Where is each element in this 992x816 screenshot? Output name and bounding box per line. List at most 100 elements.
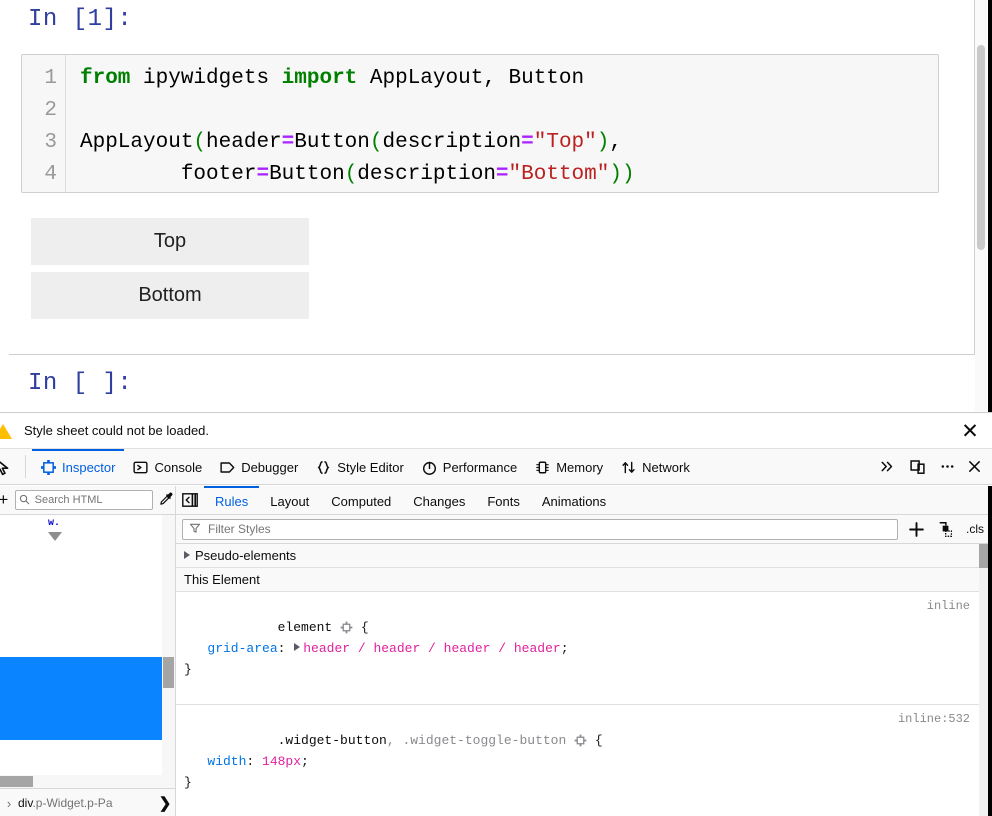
breadcrumb-scroll-left-icon[interactable]: › (0, 796, 18, 811)
code-paren: ) (609, 163, 622, 186)
search-html-field[interactable] (32, 493, 150, 507)
style-editor-icon (316, 460, 331, 475)
window-right-edge (988, 0, 992, 412)
devtools-tab-console[interactable]: Console (124, 449, 211, 484)
code-text: AppLayout, Button (357, 67, 585, 90)
css-rule-source[interactable]: inline (927, 596, 970, 617)
code-text: footer (180, 163, 257, 186)
devtools-tab-style-editor[interactable]: Style Editor (307, 449, 412, 484)
widget-button-bottom[interactable]: Bottom (31, 272, 309, 319)
code-keyword-from: from (80, 67, 131, 90)
breadcrumb: › div.p-Widget.p-Pa ❯ (0, 788, 175, 816)
css-rule-source[interactable]: inline:532 (898, 709, 970, 730)
code-paren: ( (344, 163, 358, 186)
memory-icon (535, 460, 550, 475)
chevron-right-icon (184, 551, 190, 559)
element-picker-icon[interactable] (0, 449, 22, 484)
css-selector-unmatched[interactable]: , .widget-toggle-button (387, 733, 566, 748)
css-property[interactable]: width (207, 754, 246, 769)
code-input-area[interactable]: 1234 from ipywidgets import AppLayout, B… (21, 54, 939, 193)
devtools-tab-performance[interactable]: Performance (413, 449, 526, 484)
devtools-tab-label: Console (154, 460, 203, 475)
devtools-body: + Search HTML w. › div.p-Widget.p-Pa ❯ R… (0, 486, 992, 816)
toggle-classes-button[interactable]: .cls (964, 522, 986, 536)
devtools-tab-label: Memory (556, 460, 604, 475)
rules-tab-animations[interactable]: Animations (531, 486, 617, 514)
breadcrumb-item-div[interactable]: div.p-Widget.p-Pa (18, 796, 155, 810)
code-text: Button (269, 163, 345, 186)
rules-tab-changes[interactable]: Changes (402, 486, 476, 514)
dom-tree-hscrollbar[interactable] (0, 775, 163, 788)
rules-tab-layout[interactable]: Layout (259, 486, 320, 514)
rules-tab-bar: Rules Layout Computed Changes Fonts Anim… (176, 486, 992, 515)
line-number-gutter: 1234 (22, 55, 66, 192)
rules-tab-fonts[interactable]: Fonts (476, 486, 531, 514)
widget-button-top[interactable]: Top (31, 218, 309, 265)
code-string: "Bottom" (508, 163, 610, 186)
devtools-toolbar: Inspector Console Debugger Style Editor … (0, 449, 992, 485)
devtools-tab-memory[interactable]: Memory (526, 449, 612, 484)
network-icon (621, 460, 636, 475)
dom-tree-hscroll-thumb[interactable] (0, 776, 33, 787)
add-node-button[interactable]: + (0, 490, 11, 510)
value-expand-twisty[interactable] (294, 643, 301, 651)
dom-expand-twisty[interactable] (48, 532, 62, 541)
dom-tree-vscroll-thumb[interactable] (163, 657, 174, 688)
cell-prompt-1: In [1]: (28, 6, 133, 33)
notification-close-icon[interactable]: ✕ (958, 419, 982, 443)
css-selector[interactable]: element (278, 620, 333, 635)
rule-toggle-icon[interactable] (574, 733, 587, 748)
css-value[interactable]: 148px (262, 754, 301, 769)
search-icon (19, 493, 30, 508)
css-selector[interactable]: .widget-button (278, 733, 387, 748)
filter-styles-input[interactable] (182, 518, 898, 540)
devtools-notification-bar: Style sheet could not be loaded. ✕ (0, 413, 992, 449)
notebook-cell-2[interactable]: In [ ]: (0, 365, 975, 412)
eyedropper-icon[interactable] (157, 491, 175, 509)
filter-styles-field[interactable] (206, 521, 891, 537)
add-new-rule-button[interactable] (904, 521, 928, 538)
debugger-icon (220, 460, 235, 475)
devtools-tab-label: Network (642, 460, 690, 475)
notebook-cell-1[interactable]: In [1]: 1234 from ipywidgets import AppL… (0, 0, 975, 355)
filter-styles-row: .cls (176, 515, 992, 544)
code-comma: , (609, 131, 622, 154)
devtools-tab-inspector[interactable]: Inspector (32, 449, 125, 484)
css-value[interactable]: header / header / header / header (303, 641, 560, 656)
devtools-panel: Style sheet could not be loaded. ✕ Inspe… (0, 412, 992, 816)
code-text: AppLayout (80, 131, 194, 154)
notebook-scroll-area: In [1]: 1234 from ipywidgets import AppL… (0, 0, 975, 412)
css-rules-list[interactable]: Pseudo-elements This Element inline eleme… (176, 544, 992, 816)
css-rule-widget-button[interactable]: inline:532 .widget-button, .widget-toggle… (176, 705, 992, 816)
rules-pane: Rules Layout Computed Changes Fonts Anim… (176, 486, 992, 816)
devtools-tab-debugger[interactable]: Debugger (211, 449, 307, 484)
devtools-tab-label: Inspector (62, 460, 116, 475)
css-property[interactable]: grid-area (207, 641, 277, 656)
chevron-double-right-icon[interactable] (872, 449, 902, 484)
print-styles-icon[interactable] (934, 521, 958, 538)
close-icon[interactable] (962, 449, 992, 484)
dom-tree[interactable]: w. (0, 515, 175, 788)
dom-tree-vscrollbar[interactable] (162, 515, 175, 788)
devtools-right-edge (988, 486, 992, 816)
code-paren: ) (596, 131, 610, 154)
notification-message: Style sheet could not be loaded. (24, 423, 210, 438)
code-editor[interactable]: from ipywidgets import AppLayout, Button… (66, 55, 938, 192)
dom-node-selected[interactable] (0, 657, 163, 740)
css-rule-element[interactable]: inline element { grid-area: header / head… (176, 592, 992, 705)
pseudo-elements-section[interactable]: Pseudo-elements (176, 544, 992, 568)
devtools-tab-network[interactable]: Network (612, 449, 699, 484)
notebook-scrollbar[interactable] (975, 0, 987, 412)
more-options-icon[interactable] (932, 449, 962, 484)
notebook-scrollbar-thumb[interactable] (977, 45, 985, 250)
search-html-input[interactable] (14, 490, 154, 510)
rules-tab-computed[interactable]: Computed (320, 486, 402, 514)
breadcrumb-scroll-right-icon[interactable]: ❯ (155, 794, 175, 812)
code-operator: = (281, 131, 295, 154)
code-paren: ) (621, 163, 635, 186)
rules-tab-rules[interactable]: Rules (204, 486, 260, 514)
toggle-sidebar-icon[interactable] (176, 486, 204, 514)
responsive-design-mode-icon[interactable] (902, 449, 932, 484)
rule-toggle-icon[interactable] (340, 620, 353, 635)
